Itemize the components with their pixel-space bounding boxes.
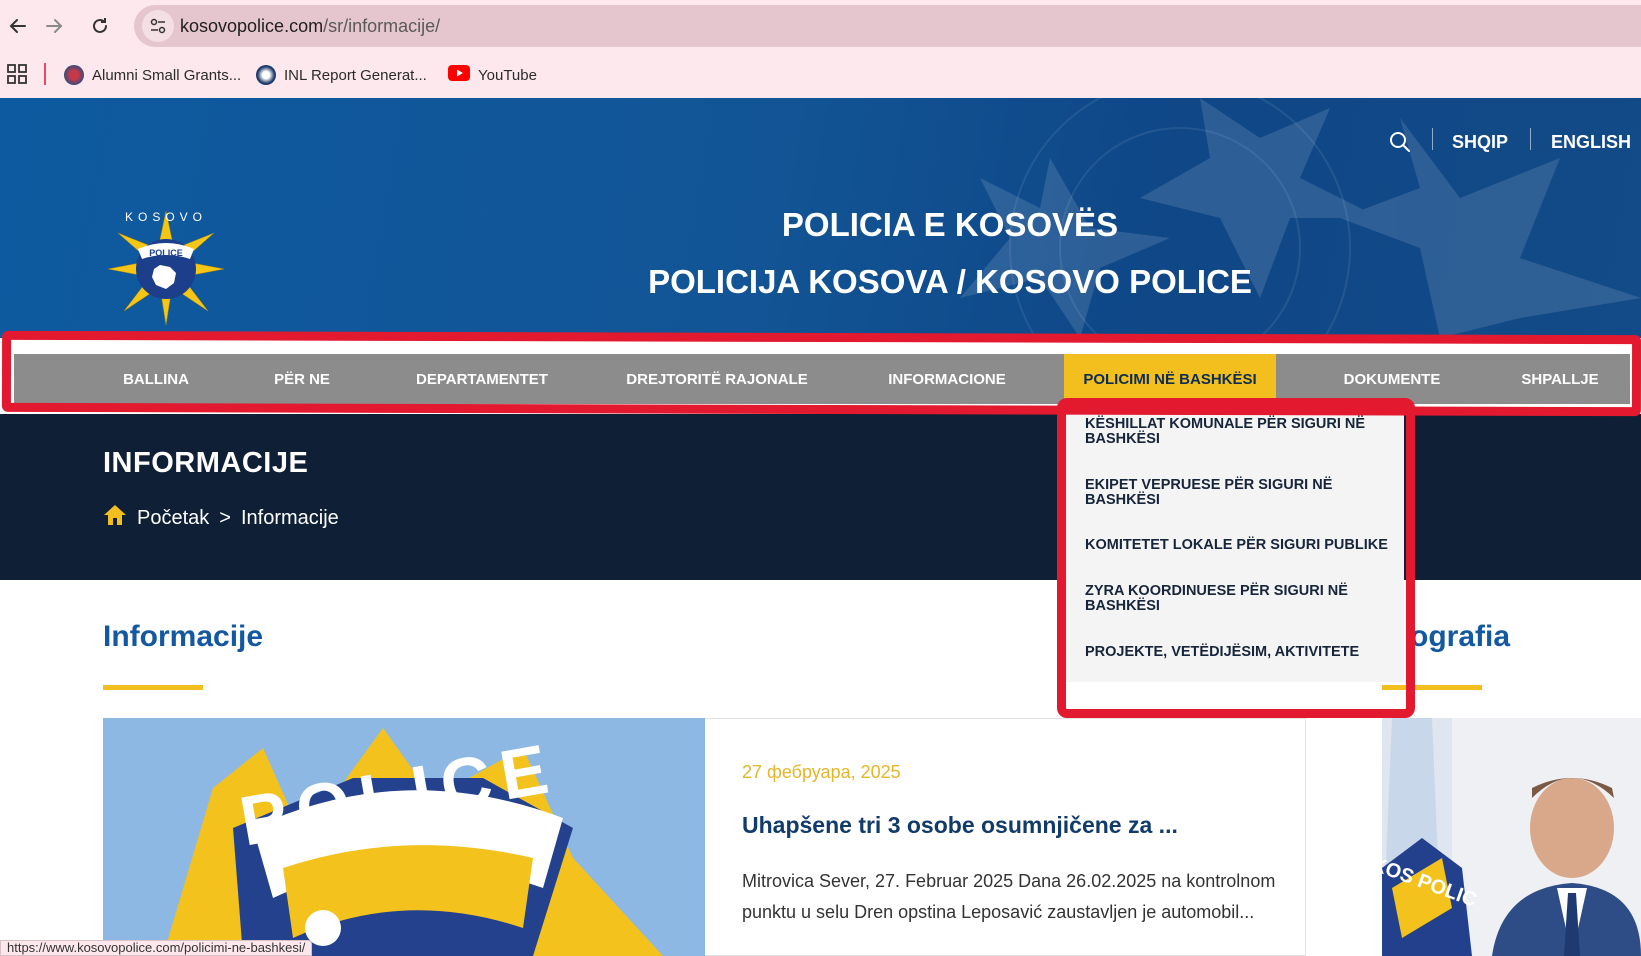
forward-icon[interactable] <box>36 8 72 44</box>
sidebar-title-underline <box>1382 685 1482 690</box>
kosovo-police-logo[interactable]: POLICE KOSOVO <box>104 203 228 327</box>
address-bar[interactable]: kosovopolice.com/sr/informacije/ <box>134 5 1641 47</box>
menu-item-per-ne[interactable]: PËR NE <box>240 354 364 404</box>
back-icon[interactable] <box>0 8 36 44</box>
breadcrumb: Početak > Informacije <box>103 504 339 532</box>
submenu-item-komitetet-lokale[interactable]: KOMITETET LOKALE PËR SIGURI PUBLIKE <box>1085 538 1390 553</box>
svg-text:POLICE: POLICE <box>149 248 183 258</box>
site-info-icon[interactable] <box>142 10 174 42</box>
menu-item-shpallje[interactable]: SHPALLJE <box>1490 354 1630 404</box>
menu-item-ballina[interactable]: BALLINA <box>86 354 226 404</box>
post-excerpt: Mitrovica Sever, 27. Februar 2025 Dana 2… <box>742 871 1276 922</box>
menu-item-departamentet[interactable]: DEPARTAMENTET <box>382 354 582 404</box>
section-title-underline <box>103 685 203 690</box>
lang-english-link[interactable]: ENGLISH <box>1551 128 1631 156</box>
alumni-favicon-icon <box>64 65 84 85</box>
police-badge-image-icon: POLICE <box>103 718 705 956</box>
svg-text:KOSOVO: KOSOVO <box>125 210 207 224</box>
menu-item-drejtorite-rajonale[interactable]: DREJTORITË RAJONALE <box>602 354 832 404</box>
submenu-item-projekte[interactable]: PROJEKTE, VETËDIJËSIM, AKTIVITETE <box>1085 645 1390 660</box>
inl-favicon-icon <box>256 65 276 85</box>
director-photo[interactable]: KOS POLIC <box>1382 718 1641 956</box>
bookmark-alumni[interactable]: Alumni Small Grants... <box>64 62 241 88</box>
util-divider <box>1530 128 1531 150</box>
apps-grid-icon[interactable] <box>6 63 28 85</box>
post-date: 27 фебруара, 2025 <box>742 762 901 782</box>
breadcrumb-home-link[interactable]: Početak <box>137 507 209 530</box>
menu-item-policimi-ne-bashkesi[interactable]: POLICIMI NË BASHKËSI <box>1064 354 1276 404</box>
sidebar-title: ografia <box>1410 620 1511 653</box>
site-title-line2: POLICIJA KOSOVA / KOSOVO POLICE <box>648 263 1252 300</box>
breadcrumb-current: Informacije <box>240 506 339 529</box>
reload-icon[interactable] <box>82 8 118 44</box>
breadcrumb-separator: > <box>219 506 231 529</box>
menu-item-informacione[interactable]: INFORMACIONE <box>852 354 1042 404</box>
bookmark-label: Alumni Small Grants... <box>92 66 242 84</box>
menu-item-dokumente[interactable]: DOKUMENTE <box>1312 354 1472 404</box>
main-menu: BALLINA PËR NE DEPARTAMENTET DREJTORITË … <box>14 354 1630 404</box>
search-icon[interactable] <box>1388 128 1412 156</box>
section-title: Informacije <box>103 620 264 653</box>
url-path: /sr/informacije/ <box>323 16 441 36</box>
post-title-link[interactable]: Uhapšene tri 3 osobe osumnjičene za ... <box>742 812 1178 839</box>
site-header: SHQIP ENGLISH POLICE KOSOVO POLICIA E KO… <box>0 98 1641 338</box>
home-icon[interactable] <box>103 504 127 532</box>
submenu-item-zyra-koordinuese[interactable]: ZYRA KOORDINUESE PËR SIGURI NË BASHKËSI <box>1085 584 1390 614</box>
bookmark-youtube[interactable]: YouTube <box>448 62 537 88</box>
bookmark-label: YouTube <box>478 66 537 84</box>
youtube-favicon-icon <box>448 65 470 85</box>
browser-toolbar: kosovopolice.com/sr/informacije/ <box>0 0 1641 52</box>
bookmark-label: INL Report Generat... <box>284 66 427 84</box>
news-card-image[interactable]: POLICE <box>103 718 705 956</box>
page-title: INFORMACIJE <box>103 447 309 479</box>
util-divider <box>1432 128 1433 150</box>
bookmarks-divider <box>44 63 46 85</box>
submenu-dropdown: KËSHILLAT KOMUNALE PËR SIGURI NË BASHKËS… <box>1064 404 1404 682</box>
site-title-line1: POLICIA E KOSOVËS <box>781 206 1119 243</box>
url-host: kosovopolice.com <box>180 16 324 36</box>
bookmark-inl-report[interactable]: INL Report Generat... <box>256 62 427 88</box>
bookmarks-bar: Alumni Small Grants... INL Report Genera… <box>0 52 1641 98</box>
lang-shqip-link[interactable]: SHQIP <box>1452 128 1508 156</box>
url-text[interactable]: kosovopolice.com/sr/informacije/ <box>180 16 440 37</box>
director-portrait-image-icon: KOS POLIC <box>1382 718 1641 956</box>
status-bar-url: https://www.kosovopolice.com/policimi-ne… <box>0 940 313 956</box>
submenu-item-keshillat-komunale[interactable]: KËSHILLAT KOMUNALE PËR SIGURI NË BASHKËS… <box>1085 417 1390 447</box>
submenu-item-ekipet-vepruese[interactable]: EKIPET VEPRUESE PËR SIGURI NË BASHKËSI <box>1085 478 1390 508</box>
